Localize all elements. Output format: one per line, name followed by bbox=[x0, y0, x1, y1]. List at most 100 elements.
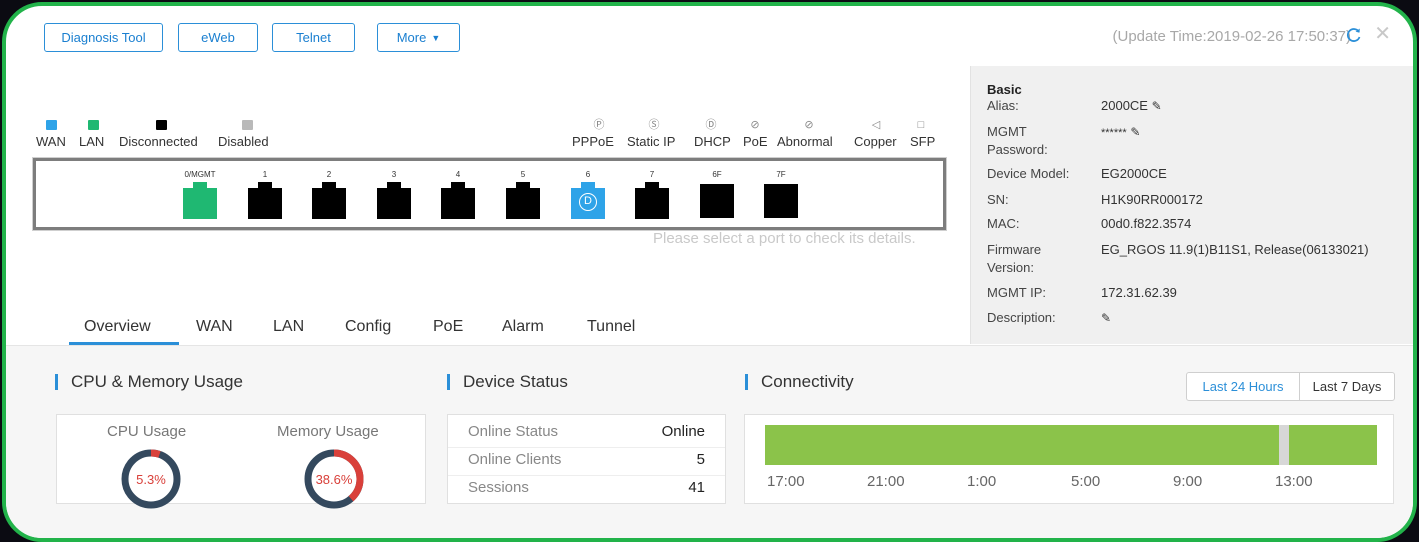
lan-legend-label: LAN bbox=[79, 134, 105, 149]
port-6[interactable]: D bbox=[571, 182, 605, 219]
port-label-7: 7 bbox=[649, 170, 655, 179]
connectivity-card: 17:00 21:00 1:00 5:00 9:00 13:00 bbox=[744, 414, 1394, 504]
port-7[interactable] bbox=[635, 182, 669, 219]
mgmt-ip-value: 172.31.62.39 bbox=[1101, 285, 1177, 300]
dhcp-legend-icon: Ⓓ bbox=[705, 119, 717, 131]
port-2[interactable] bbox=[312, 182, 346, 219]
eweb-button[interactable]: eWeb bbox=[178, 23, 258, 52]
alias-label: Alias: bbox=[987, 98, 1019, 113]
edit-description-icon[interactable]: ✎ bbox=[1101, 311, 1111, 325]
port-label-4: 4 bbox=[455, 170, 461, 179]
port-7f[interactable] bbox=[764, 184, 798, 218]
port-hint: Please select a port to check its detail… bbox=[653, 230, 916, 247]
caret-down-icon: ▼ bbox=[431, 32, 441, 43]
disconnected-legend-icon bbox=[156, 120, 167, 130]
port-3[interactable] bbox=[377, 182, 411, 219]
wan-legend-icon bbox=[46, 120, 57, 130]
static-ip-legend-label: Static IP bbox=[627, 134, 676, 149]
time-range-toggle: Last 24 Hours Last 7 Days bbox=[1186, 372, 1395, 401]
last-24-hours-button[interactable]: Last 24 Hours bbox=[1187, 373, 1300, 400]
port-4[interactable] bbox=[441, 182, 475, 219]
tab-wan[interactable]: WAN bbox=[196, 318, 233, 336]
edit-alias-icon[interactable]: ✎ bbox=[1152, 99, 1162, 113]
wan-legend-label: WAN bbox=[36, 134, 66, 149]
abnormal-legend-label: Abnormal bbox=[777, 134, 833, 149]
port-1[interactable] bbox=[248, 182, 282, 219]
connectivity-title: Connectivity bbox=[745, 372, 854, 392]
port-5[interactable] bbox=[506, 182, 540, 219]
device-status-card: Online Status Online Online Clients 5 Sessio… bbox=[447, 414, 726, 504]
port-label-7f: 7F bbox=[776, 170, 786, 179]
port-label-5: 5 bbox=[520, 170, 526, 179]
telnet-button[interactable]: Telnet bbox=[272, 23, 355, 52]
status-value: 41 bbox=[688, 479, 705, 496]
sfp-legend-label: SFP bbox=[910, 134, 936, 149]
memory-usage-gauge: 38.6% bbox=[304, 449, 364, 509]
connectivity-timeline bbox=[765, 425, 1377, 465]
port-0-mgmt[interactable] bbox=[183, 182, 217, 219]
close-icon[interactable]: ✕ bbox=[1374, 24, 1391, 44]
tab-config[interactable]: Config bbox=[345, 318, 391, 336]
connectivity-tick-label: 21:00 bbox=[867, 473, 905, 490]
connectivity-tick-label: 17:00 bbox=[767, 473, 805, 490]
gauge-value: 38.6% bbox=[316, 472, 353, 487]
status-label: Online Clients bbox=[468, 451, 562, 468]
edit-password-icon[interactable]: ✎ bbox=[1130, 125, 1140, 139]
port-6f[interactable] bbox=[700, 184, 734, 218]
device-model-value: EG2000CE bbox=[1101, 166, 1167, 181]
connectivity-tick-label: 1:00 bbox=[967, 473, 997, 490]
dhcp-legend-label: DHCP bbox=[694, 134, 731, 149]
memory-usage-label: Memory Usage bbox=[277, 423, 379, 440]
status-label: Online Status bbox=[468, 423, 559, 440]
last-7-days-button[interactable]: Last 7 Days bbox=[1300, 373, 1394, 400]
cpu-usage-gauge: 5.3% bbox=[121, 449, 181, 509]
status-value: Online bbox=[661, 423, 705, 440]
tab-poe[interactable]: PoE bbox=[433, 318, 463, 336]
lan-legend-icon bbox=[88, 120, 99, 130]
mgmt-password-value: ****** ✎ bbox=[1101, 123, 1140, 142]
mac-label: MAC: bbox=[987, 216, 1020, 231]
copper-legend-icon: ◁ bbox=[871, 119, 881, 131]
tab-lan[interactable]: LAN bbox=[273, 318, 304, 336]
device-status-title: Device Status bbox=[447, 372, 568, 392]
cpu-usage-label: CPU Usage bbox=[107, 423, 187, 440]
basic-info-panel: Basic Alias: 2000CE ✎ MGMT Password: ***… bbox=[970, 66, 1413, 344]
overview-panel: CPU & Memory Usage Device Status Connect… bbox=[6, 345, 1413, 538]
device-model-label: Device Model: bbox=[987, 166, 1070, 181]
sn-value: H1K90RR000172 bbox=[1101, 192, 1203, 207]
port-label-0-mgmt: 0/MGMT bbox=[184, 170, 216, 179]
more-dropdown-button[interactable]: More ▼ bbox=[377, 23, 460, 52]
disconnected-legend-label: Disconnected bbox=[119, 134, 198, 149]
refresh-icon[interactable] bbox=[1345, 26, 1363, 44]
dhcp-badge-icon: D bbox=[579, 193, 597, 211]
mac-value: 00d0.f822.3574 bbox=[1101, 216, 1192, 231]
tab-overview[interactable]: Overview bbox=[84, 318, 151, 336]
description-value: ✎ bbox=[1101, 309, 1111, 327]
connectivity-tick-label: 5:00 bbox=[1071, 473, 1101, 490]
port-label-1: 1 bbox=[262, 170, 268, 179]
status-value: 5 bbox=[696, 451, 705, 468]
update-time: (Update Time:2019-02-26 17:50:37) bbox=[1112, 28, 1351, 45]
alias-text: 2000CE bbox=[1101, 98, 1148, 113]
description-label: Description: bbox=[987, 310, 1056, 325]
cpu-memory-card: CPU Usage Memory Usage 5.3% 38.6% bbox=[56, 414, 426, 509]
firmware-value: EG_RGOS 11.9(1)B11S1, Release(06133021) bbox=[1101, 242, 1369, 257]
pppoe-legend-label: PPPoE bbox=[572, 134, 614, 149]
mgmt-password-label-1: MGMT bbox=[987, 124, 1027, 139]
connectivity-tick-label: 9:00 bbox=[1173, 473, 1203, 490]
sn-label: SN: bbox=[987, 192, 1009, 207]
abnormal-lightning-icon: ⊘ bbox=[804, 119, 814, 131]
basic-heading: Basic bbox=[987, 82, 1022, 97]
tab-tunnel[interactable]: Tunnel bbox=[587, 318, 635, 336]
status-label: Sessions bbox=[468, 479, 529, 496]
port-label-6: 6 bbox=[585, 170, 591, 179]
disabled-legend-icon bbox=[242, 120, 253, 130]
connectivity-tick-label: 13:00 bbox=[1275, 473, 1313, 490]
alias-value: 2000CE ✎ bbox=[1101, 97, 1162, 115]
tab-alarm[interactable]: Alarm bbox=[502, 318, 544, 336]
mgmt-ip-label: MGMT IP: bbox=[987, 285, 1046, 300]
offline-segment bbox=[1279, 425, 1289, 465]
status-divider bbox=[448, 475, 725, 476]
password-text: ****** bbox=[1101, 127, 1127, 139]
diagnosis-tool-button[interactable]: Diagnosis Tool bbox=[44, 23, 163, 52]
